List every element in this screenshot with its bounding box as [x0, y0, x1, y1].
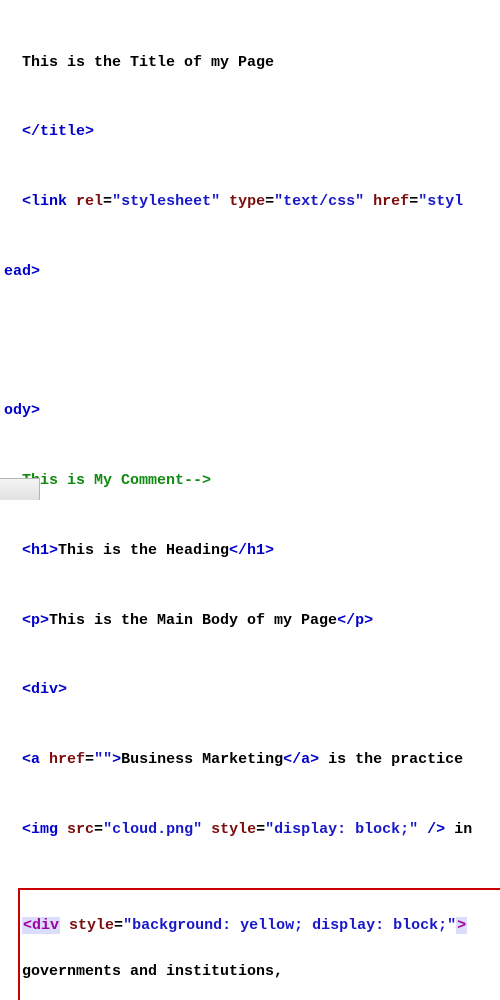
hl-style-val: "background: yellow; display: block;"	[123, 917, 456, 934]
tag-img-open: <img	[22, 821, 58, 838]
attr-type: type	[229, 193, 265, 210]
p-text: This is the Main Body of my Page	[49, 612, 337, 629]
val-dispblock: "display: block;"	[265, 821, 418, 838]
tag-h1-close: </h1>	[229, 542, 274, 559]
code-line: <h1>This is the Heading</h1>	[4, 539, 500, 562]
code-line: <p>This is the Main Body of my Page</p>	[4, 609, 500, 632]
code-line: <div>	[4, 678, 500, 701]
a-gt: >	[112, 751, 121, 768]
tag-p-close: </p>	[337, 612, 373, 629]
tag-p-open: <p>	[22, 612, 49, 629]
tag-title-close: </title>	[22, 123, 94, 140]
code-line: ead>	[4, 260, 500, 283]
code-line: ody>	[4, 399, 500, 422]
img-close: />	[418, 821, 445, 838]
code-line: This is the Title of my Page	[4, 51, 500, 74]
val-textcss: "text/css"	[274, 193, 364, 210]
blank-line	[4, 330, 500, 353]
editor-tab[interactable]	[0, 478, 40, 500]
val-empty: ""	[94, 751, 112, 768]
after-img: in	[445, 821, 472, 838]
tag-h1-open: <h1>	[22, 542, 58, 559]
val-stylesheet: "stylesheet"	[112, 193, 220, 210]
val-cloud: "cloud.png"	[103, 821, 202, 838]
attr-style: style	[211, 821, 256, 838]
hl-text: governments and institutions,	[22, 963, 283, 980]
code-line: <div style="background: yellow; display:…	[22, 914, 499, 937]
highlighted-block: <div style="background: yellow; display:…	[18, 888, 500, 1000]
code-editor-view[interactable]: This is the Title of my Page </title> <l…	[4, 4, 500, 1000]
a-text: Business Marketing	[121, 751, 283, 768]
hl-gt: >	[456, 917, 467, 934]
h1-text: This is the Heading	[58, 542, 229, 559]
code-line: </title>	[4, 120, 500, 143]
attr-rel: rel	[76, 193, 103, 210]
title-text: This is the Title of my Page	[22, 54, 274, 71]
code-line: <a href="">Business Marketing</a> is the…	[4, 748, 500, 771]
code-line: <link rel="stylesheet" type="text/css" h…	[4, 190, 500, 213]
tag-a-close: </a>	[283, 751, 319, 768]
tag-a-open: <a	[22, 751, 40, 768]
attr-style: style	[69, 917, 114, 934]
tag-div-open: <div>	[22, 681, 67, 698]
attr-href: href	[49, 751, 85, 768]
attr-src: src	[67, 821, 94, 838]
hl-div-open: <div	[22, 917, 60, 934]
code-line: governments and institutions,	[22, 960, 499, 983]
after-a: is the practice	[319, 751, 463, 768]
val-styl: "styl	[418, 193, 463, 210]
code-line: --This is My Comment-->	[4, 469, 500, 492]
tag-body-open: ody>	[4, 402, 40, 419]
tag-head-close: ead>	[4, 263, 40, 280]
tag-link: <link	[22, 193, 67, 210]
attr-href: href	[373, 193, 409, 210]
code-line: <img src="cloud.png" style="display: blo…	[4, 818, 500, 841]
